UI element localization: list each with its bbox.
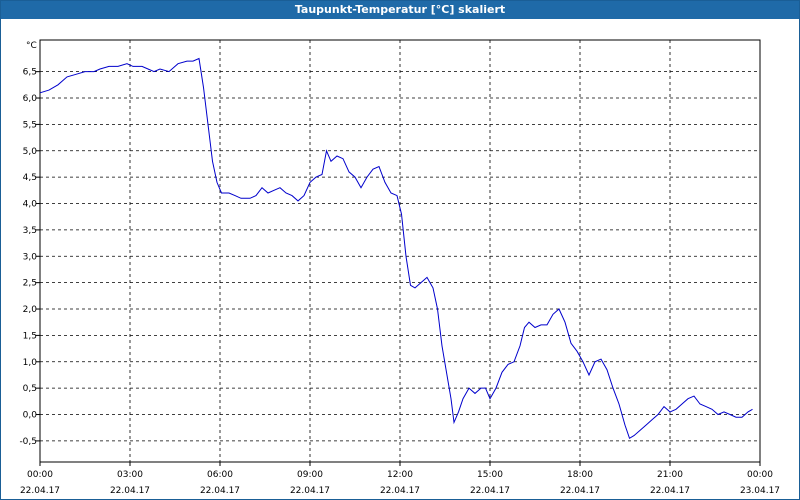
y-tick-label: 1,5 bbox=[23, 331, 37, 341]
x-tick-time-label: 09:00 bbox=[297, 470, 323, 480]
x-tick-date-label: 22.04.17 bbox=[20, 486, 60, 496]
x-tick-date-label: 22.04.17 bbox=[290, 486, 330, 496]
dewpoint-chart: -0,5 0,0 0,5 1,0 1,5 2,0 2,5 3,0 3,5 4,0 4,5 5,0 5,5… bbox=[19, 39, 780, 496]
x-tick-date-label: 23.04.17 bbox=[740, 486, 780, 496]
y-tick-label: 6,5 bbox=[23, 68, 37, 78]
x-tick-time-label: 21:00 bbox=[657, 470, 683, 480]
y-tick-label: 0,0 bbox=[23, 411, 38, 421]
x-tick-date-label: 22.04.17 bbox=[470, 486, 510, 496]
grid-lines bbox=[40, 40, 760, 462]
dewpoint-series-line bbox=[39, 57, 753, 440]
x-tick-time-label: 15:00 bbox=[477, 470, 503, 480]
y-tick-label: 0,5 bbox=[23, 384, 37, 394]
x-tick-date-label: 22.04.17 bbox=[110, 486, 150, 496]
y-tick-label: 5,0 bbox=[23, 147, 38, 157]
x-tick-date-label: 22.04.17 bbox=[380, 486, 420, 496]
y-axis-ticks: -0,5 0,0 0,5 1,0 1,5 2,0 2,5 3,0 3,5 4,0 4,5 5,0 5,5… bbox=[19, 68, 40, 447]
y-tick-label: 4,0 bbox=[23, 200, 38, 210]
x-tick-time-label: 03:00 bbox=[117, 470, 143, 480]
y-tick-label: 4,5 bbox=[23, 173, 37, 183]
y-tick-label: 5,5 bbox=[23, 120, 37, 130]
x-axis-ticks: 00:00 22.04.17 03:00 22.04.17 06:00 22.04.17 0… bbox=[20, 462, 780, 496]
y-tick-label: 3,0 bbox=[23, 252, 38, 262]
x-tick-time-label: 00:00 bbox=[27, 470, 53, 480]
y-tick-label: 3,5 bbox=[23, 226, 37, 236]
x-tick-date-label: 22.04.17 bbox=[650, 486, 690, 496]
y-tick-label: -0,5 bbox=[19, 437, 37, 447]
x-tick-time-label: 06:00 bbox=[207, 470, 233, 480]
x-tick-time-label: 12:00 bbox=[387, 470, 413, 480]
y-tick-label: 6,0 bbox=[23, 94, 38, 104]
x-tick-date-label: 22.04.17 bbox=[200, 486, 240, 496]
x-tick-time-label: 18:00 bbox=[567, 470, 593, 480]
x-tick-time-label: 00:00 bbox=[747, 470, 773, 480]
y-tick-label: 1,0 bbox=[23, 358, 38, 368]
y-tick-label: 2,0 bbox=[23, 305, 38, 315]
y-tick-label: 2,5 bbox=[23, 279, 37, 289]
x-tick-date-label: 22.04.17 bbox=[560, 486, 600, 496]
y-axis-unit-label: °C bbox=[26, 41, 37, 51]
